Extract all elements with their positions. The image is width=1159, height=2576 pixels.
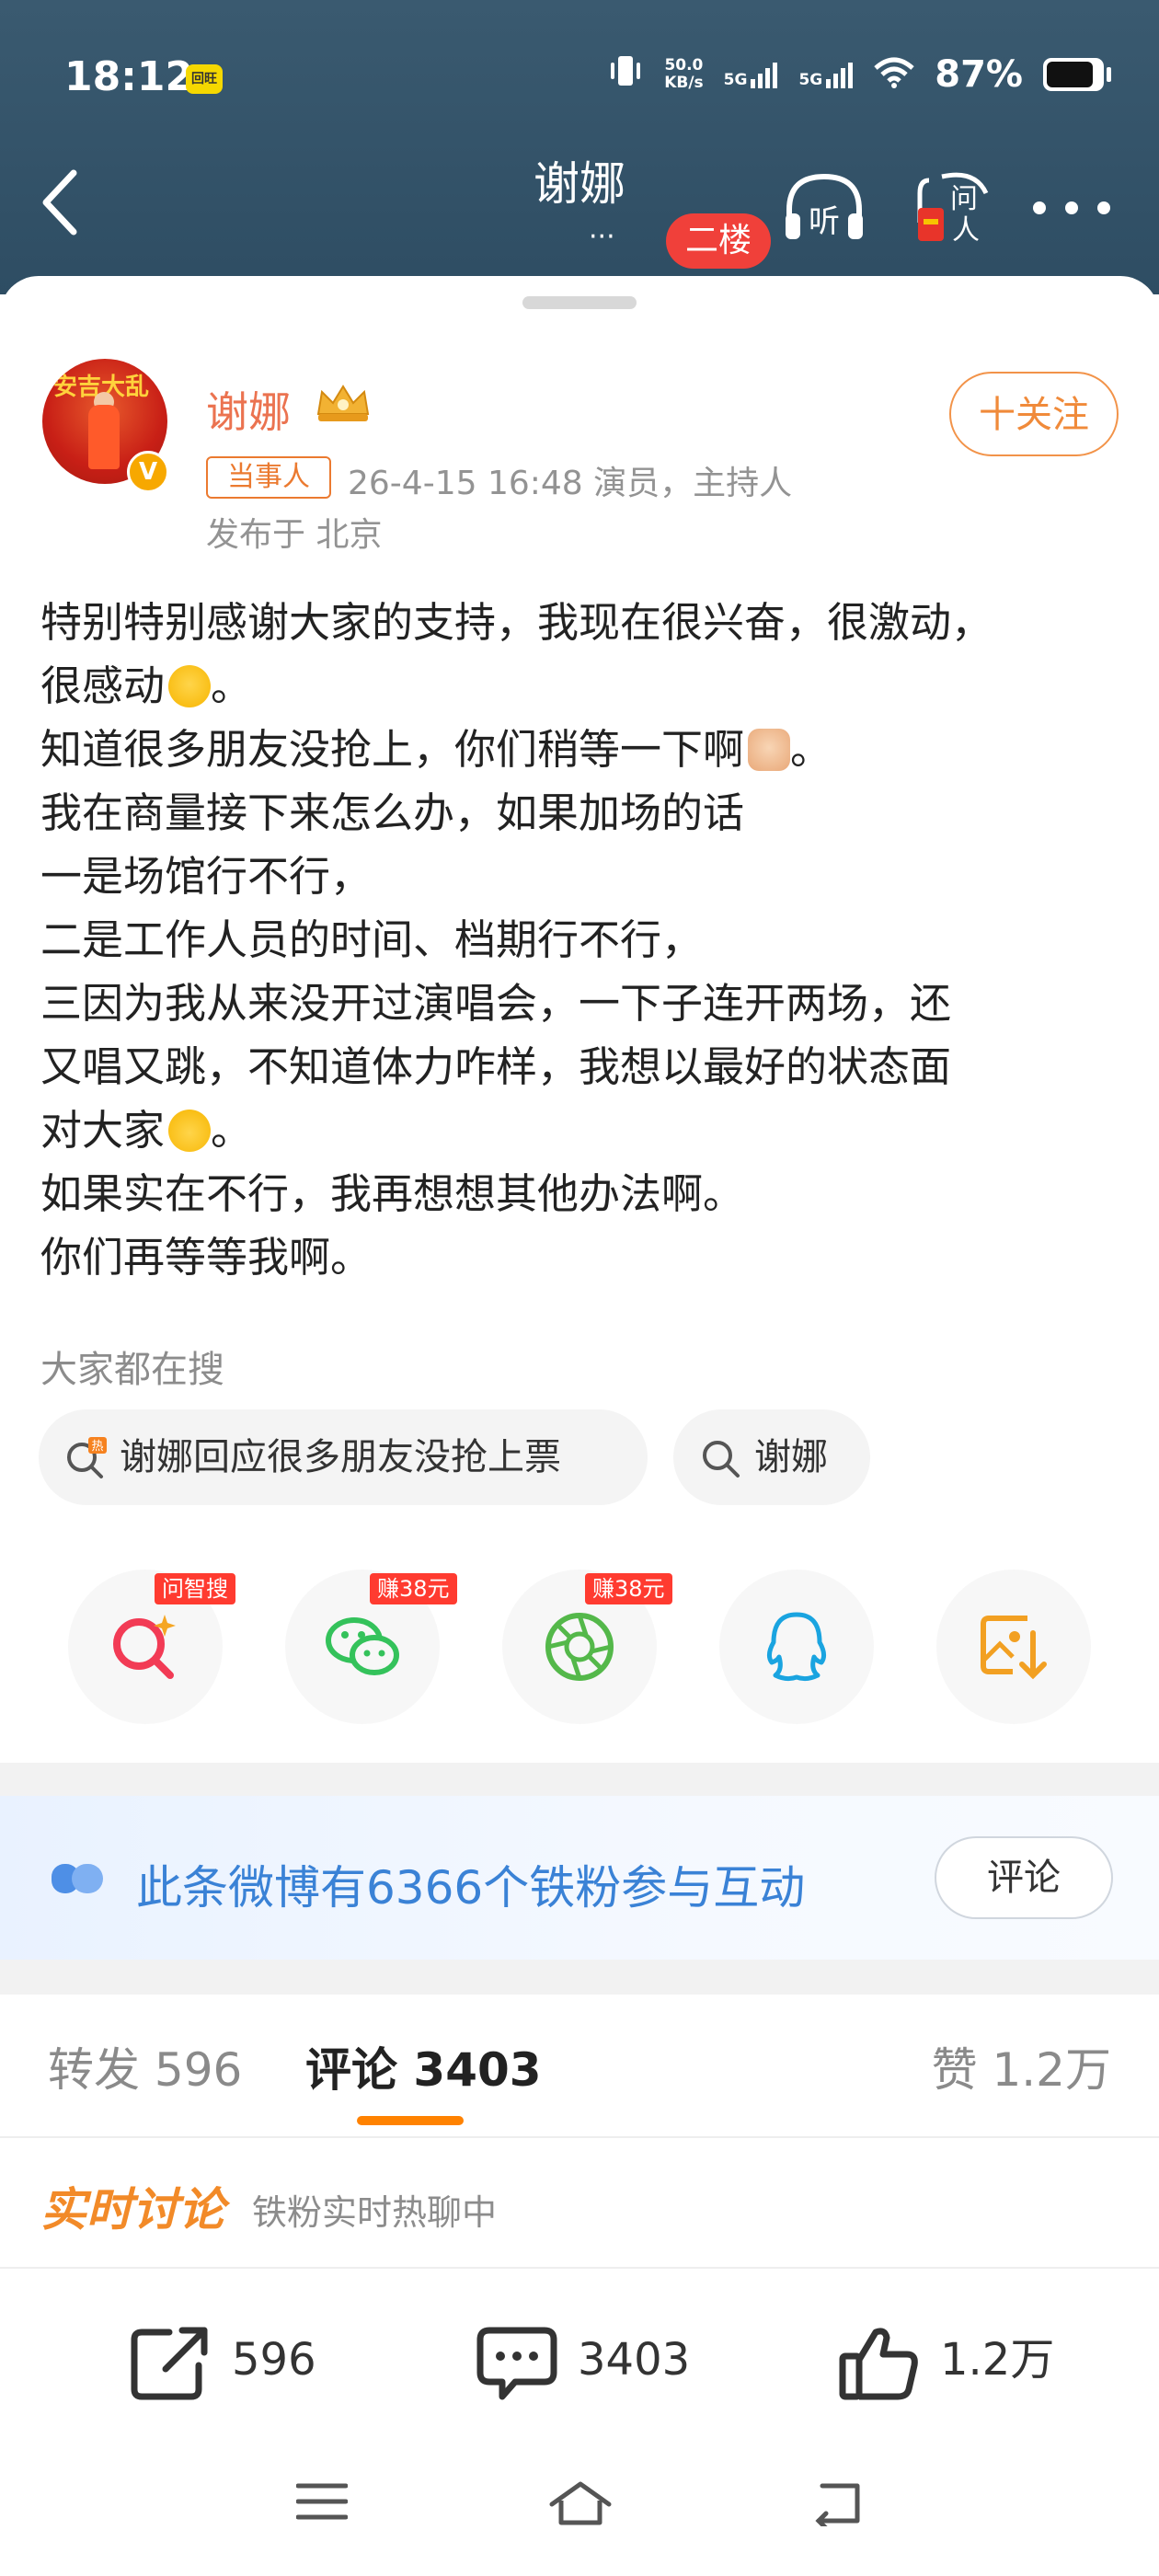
more-options-icon[interactable] [1030, 180, 1113, 217]
moments-icon [545, 1613, 614, 1681]
like-action[interactable]: 1.2万 [837, 2318, 1054, 2401]
membership-crown-icon[interactable] [313, 381, 373, 425]
search-chip-label: 谢娜 [754, 1436, 828, 1478]
follow-button[interactable]: 十关注 [949, 372, 1119, 456]
hot-search-icon: 热 [67, 1437, 107, 1478]
author-name[interactable]: 谢娜 [206, 379, 291, 440]
iron-fan-icon [52, 1862, 109, 1895]
post-meta: 26-4-15 16:48 演员，主持人 [348, 465, 793, 502]
drag-handle[interactable] [522, 296, 637, 309]
status-indicators: 50.0 KB/s 5G 5G 87% [607, 53, 1111, 96]
comment-action[interactable]: 3403 [475, 2318, 690, 2401]
post-line: 我在商量接下来怎么办，如果加场的话 [40, 788, 745, 837]
tab-like[interactable]: 赞 1.2万 [932, 2033, 1111, 2099]
search-chip-label: 谢娜回应很多朋友没抢上票 [120, 1436, 561, 1478]
wifi-icon [874, 57, 914, 92]
back-nav-icon[interactable] [809, 2480, 865, 2531]
repost-count: 596 [232, 2334, 316, 2386]
iron-fan-comment-button[interactable]: 评论 [935, 1836, 1113, 1919]
subtitle-dots: ··· [589, 221, 615, 253]
menu-icon[interactable] [295, 2480, 349, 2526]
share-tag: 赚38元 [585, 1573, 672, 1604]
post-line: 你们再等等我啊。 [40, 1233, 373, 1282]
ai-search-icon [113, 1615, 176, 1679]
thumbs-up-icon [839, 2328, 918, 2400]
active-tab-indicator [357, 2116, 464, 2125]
share-tag: 问智搜 [155, 1573, 235, 1604]
post-line: 知道很多朋友没抢上，你们稍等一下啊。 [40, 725, 832, 774]
share-tag: 赚38元 [370, 1573, 457, 1604]
vibrate-icon [607, 54, 644, 96]
crying-emoji-icon [168, 665, 212, 707]
fist-emoji-icon [748, 729, 791, 771]
post-line: 二是工作人员的时间、档期行不行， [40, 915, 704, 964]
like-count: 1.2万 [940, 2334, 1055, 2386]
comment-icon [476, 2327, 557, 2400]
post-line: 又唱又跳，不知道体力咋样，我想以最好的状态面 [40, 1042, 952, 1091]
verified-badge-icon: V [127, 451, 169, 493]
hug-emoji-icon [168, 1110, 212, 1152]
network-speed: 50.0 KB/s [664, 56, 704, 92]
listen-icon[interactable]: 听 [780, 166, 868, 248]
live-discussion-subtitle: 铁粉实时热聊中 [252, 2192, 498, 2233]
second-floor-button[interactable]: 二楼 [666, 213, 771, 269]
iron-fan-text: 此条微博有6366个铁粉参与互动 [136, 1861, 806, 1915]
search-suggestions-header: 大家都在搜 [40, 1349, 224, 1391]
svg-text:听: 听 [809, 203, 840, 240]
publish-location: 发布于 北京 [206, 516, 383, 554]
status-time: 18:12 [64, 53, 194, 100]
post-line: 很感动。 [40, 661, 253, 710]
post-line: 特别特别感谢大家的支持，我现在很兴奋，很激动， [40, 598, 993, 647]
search-chip-name[interactable]: 谢娜 [673, 1409, 870, 1505]
section-divider [0, 1763, 1159, 1796]
repost-icon [131, 2327, 208, 2400]
battery-icon [1043, 58, 1111, 91]
ask-person-icon[interactable]: 问 人 [911, 166, 993, 248]
svg-text:热: 热 [91, 1440, 103, 1454]
live-discussion-title[interactable]: 实时讨论 [40, 2173, 224, 2239]
wechat-icon [326, 1617, 399, 1675]
divider [0, 2136, 1159, 2138]
qq-icon [766, 1612, 827, 1682]
comment-count: 3403 [578, 2334, 691, 2386]
app-notification-icon: 回旺 [186, 64, 223, 94]
save-image-icon [981, 1616, 1047, 1680]
search-icon [703, 1441, 740, 1478]
tab-repost[interactable]: 转发 596 [48, 2033, 242, 2099]
post-line: 三因为我从来没开过演唱会，一下子连开两场，还 [40, 979, 952, 1028]
signal-icon-sim1: 5G [724, 61, 779, 88]
search-chip-hot[interactable]: 热 谢娜回应很多朋友没抢上票 [39, 1409, 648, 1505]
tab-comment[interactable]: 评论 3403 [305, 2033, 542, 2099]
divider [0, 2267, 1159, 2269]
signal-icon-sim2: 5G [798, 61, 854, 88]
post-line: 如果实在不行，我再想想其他办法啊。 [40, 1169, 745, 1218]
party-tag: 当事人 [206, 456, 331, 499]
repost-action[interactable]: 596 [129, 2318, 316, 2401]
battery-percentage: 87% [935, 53, 1023, 96]
svg-text:人: 人 [952, 214, 980, 247]
section-divider [0, 1960, 1159, 1995]
svg-text:问: 问 [950, 183, 978, 215]
save-image-button[interactable] [936, 1570, 1091, 1724]
post-line: 对大家。 [40, 1106, 253, 1155]
share-qq-button[interactable] [719, 1570, 874, 1724]
post-content: 特别特别感谢大家的支持，我现在很兴奋，很激动， 很感动。 知道很多朋友没抢上，你… [40, 591, 1135, 1289]
home-icon[interactable] [548, 2480, 613, 2530]
post-line: 一是场馆行不行， [40, 852, 373, 901]
